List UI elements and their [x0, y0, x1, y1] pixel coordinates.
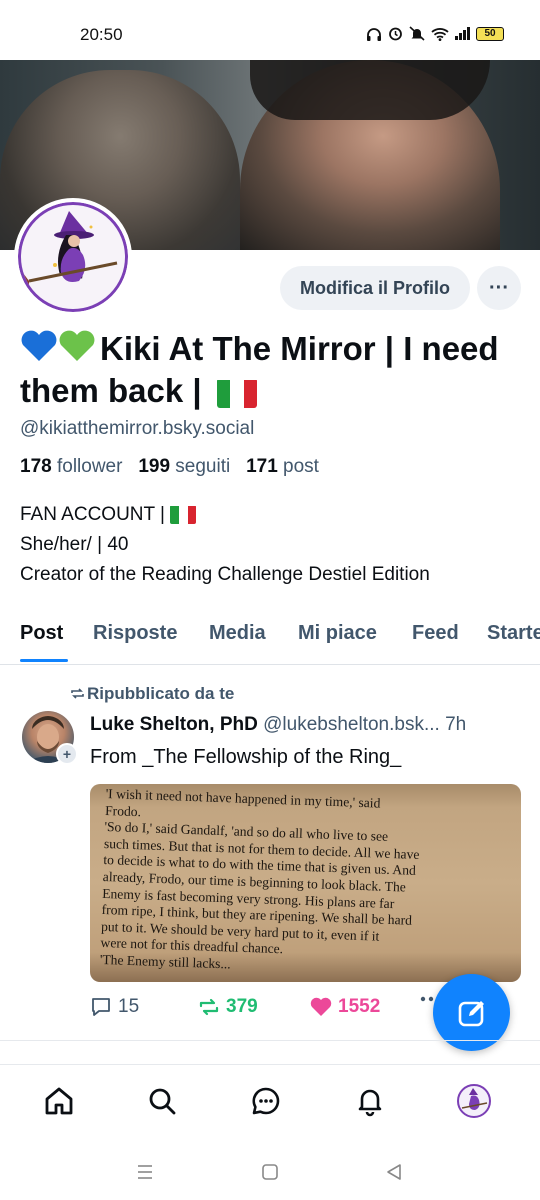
tab-media[interactable]: Media: [209, 622, 266, 645]
nav-notifications[interactable]: [352, 1083, 388, 1119]
nav-home[interactable]: [41, 1083, 77, 1119]
green-heart-icon: [59, 330, 95, 361]
reply-icon: [92, 998, 110, 1016]
battery-icon: 50: [476, 26, 504, 41]
repost-count: 379: [226, 996, 258, 1017]
posts-stat: 171 post: [246, 456, 319, 477]
following-stat[interactable]: 199 seguiti: [138, 456, 230, 477]
reply-count: 15: [118, 996, 140, 1017]
menu-lines-icon: [138, 1165, 152, 1179]
bio-line-2: She/her/ | 40: [20, 534, 129, 555]
wifi-icon: [431, 27, 449, 41]
post-header: Luke Shelton, PhD @lukebshelton.bsk... 7…: [90, 714, 530, 736]
blue-heart-icon: [21, 330, 57, 361]
reply-button[interactable]: 15: [90, 996, 139, 1018]
post-image[interactable]: 'I wish it need not have happened in my …: [90, 784, 521, 982]
repost-label: Ripubblicato da te: [87, 684, 235, 703]
profile-bio: FAN ACCOUNT | She/her/ | 40 Creator of t…: [20, 500, 430, 590]
search-icon: [149, 1088, 176, 1115]
tab-starter[interactable]: Starter: [487, 622, 540, 645]
bottom-navigation: [0, 1064, 540, 1142]
active-tab-indicator: [20, 659, 68, 662]
follow-plus-icon[interactable]: +: [56, 743, 78, 765]
signal-icon: [455, 27, 470, 40]
like-count: 1552: [338, 996, 381, 1017]
mute-bell-icon: [409, 26, 425, 41]
feed-separator: [0, 1040, 540, 1041]
compose-icon: [458, 1000, 484, 1026]
tab-risposte[interactable]: Risposte: [93, 622, 177, 645]
profile-avatar[interactable]: [14, 198, 132, 316]
repost-icon: [199, 998, 219, 1016]
nav-profile-avatar: [457, 1084, 491, 1118]
tab-mi-piace[interactable]: Mi piace: [298, 622, 377, 645]
bio-line-3: Creator of the Reading Challenge Destiel…: [20, 564, 430, 585]
avatar-image: [18, 202, 128, 312]
italy-flag-icon: [170, 505, 197, 525]
back-system-button[interactable]: [383, 1162, 405, 1182]
repost-indicator[interactable]: Ripubblicato da te: [70, 684, 234, 704]
edit-profile-button[interactable]: Modifica il Profilo: [280, 266, 470, 310]
nav-chat[interactable]: [248, 1083, 284, 1119]
like-button[interactable]: 1552: [310, 996, 380, 1018]
profile-handle: @kikiatthemirror.bsky.social: [20, 418, 255, 439]
banner-shadow: [250, 60, 490, 120]
post-author-handle[interactable]: @lukebshelton.bsk...: [263, 714, 440, 735]
more-options-button[interactable]: ···: [477, 266, 521, 310]
status-icons: 50: [366, 26, 504, 41]
repost-button[interactable]: 379: [198, 996, 258, 1018]
repost-small-icon: [71, 688, 84, 699]
witch-illustration: [21, 211, 118, 285]
post-time: 7h: [445, 714, 467, 735]
alarm-icon: [389, 27, 402, 41]
recent-apps-button[interactable]: [134, 1162, 156, 1182]
profile-tabs: Post Risposte Media Mi piace Feed Starte…: [0, 612, 540, 665]
status-time: 20:50: [80, 25, 123, 44]
profile-display-name: Kiki At The Mirror | I need them back |: [20, 328, 520, 412]
book-page-text: 'I wish it need not have happened in my …: [99, 786, 420, 972]
profile-stats: 178 follower 199 seguiti 171 post: [20, 456, 319, 478]
headphones-icon: [367, 27, 381, 41]
square-icon: [262, 1164, 278, 1180]
nav-profile[interactable]: [456, 1083, 492, 1119]
tab-feed[interactable]: Feed: [412, 622, 459, 645]
home-system-button[interactable]: [259, 1162, 281, 1182]
tab-post[interactable]: Post: [20, 622, 63, 645]
status-bar: 20:50 50: [0, 0, 540, 60]
bio-line-1: FAN ACCOUNT |: [20, 504, 165, 525]
nav-search[interactable]: [144, 1083, 180, 1119]
home-icon: [45, 1087, 73, 1115]
back-triangle-icon: [387, 1164, 401, 1180]
bell-icon: [358, 1089, 382, 1117]
italy-flag-icon: [216, 378, 257, 409]
followers-stat[interactable]: 178 follower: [20, 456, 122, 477]
heart-icon: [310, 997, 332, 1016]
system-navigation: [0, 1142, 540, 1200]
post-text: From _The Fellowship of the Ring_: [90, 746, 402, 768]
post-author-name[interactable]: Luke Shelton, PhD: [90, 714, 258, 735]
chat-icon: [252, 1087, 280, 1115]
